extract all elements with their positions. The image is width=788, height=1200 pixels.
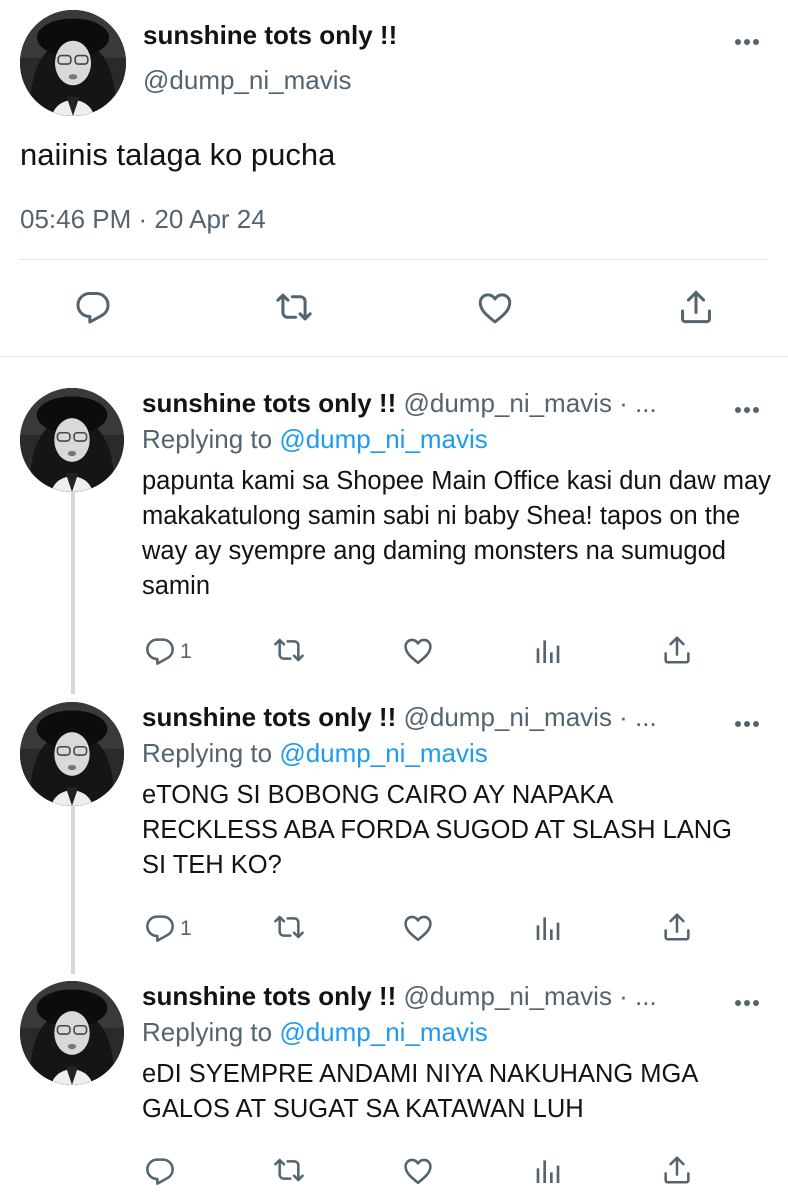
stats-icon[interactable] [532, 635, 564, 667]
replying-to: Replying to @dump_ni_mavis [142, 424, 488, 455]
divider [20, 259, 768, 260]
reply-count: 1 [180, 640, 192, 663]
more-options-icon[interactable] [733, 32, 761, 52]
share-icon[interactable] [677, 288, 715, 326]
reply-icon[interactable] [144, 912, 176, 944]
display-name[interactable]: sunshine tots only !! [142, 388, 396, 418]
replying-to: Replying to @dump_ni_mavis [142, 1017, 488, 1048]
reply-tweet: sunshine tots only !! @dump_ni_mavis · .… [0, 981, 788, 1200]
tweet-text: eTONG SI BOBONG CAIRO AY NAPAKA RECKLESS… [142, 781, 733, 879]
stats-icon[interactable] [532, 912, 564, 944]
handle[interactable]: @dump_ni_mavis · ... [403, 702, 656, 732]
reply-icon[interactable] [144, 635, 176, 667]
share-icon[interactable] [661, 634, 693, 666]
retweet-icon[interactable] [271, 634, 307, 666]
share-icon[interactable] [661, 1154, 693, 1186]
reply-header: sunshine tots only !! @dump_ni_mavis · .… [142, 702, 657, 733]
main-tweet: sunshine tots only !! @dump_ni_mavis nai… [0, 0, 788, 358]
avatar[interactable] [20, 10, 126, 116]
retweet-icon[interactable] [271, 911, 307, 943]
mention-link[interactable]: @dump_ni_mavis [279, 424, 487, 454]
mention-link[interactable]: @dump_ni_mavis [279, 738, 487, 768]
more-options-icon[interactable] [733, 993, 761, 1013]
reply-header: sunshine tots only !! @dump_ni_mavis · .… [142, 981, 657, 1012]
tweet-timestamp[interactable]: 05:46 PM · 20 Apr 24 [20, 204, 266, 235]
handle[interactable]: @dump_ni_mavis · ... [403, 981, 656, 1011]
like-icon[interactable] [401, 635, 435, 667]
retweet-icon[interactable] [271, 1154, 307, 1186]
more-options-icon[interactable] [733, 714, 761, 734]
share-icon[interactable] [661, 911, 693, 943]
replying-prefix: Replying to [142, 738, 273, 768]
like-icon[interactable] [475, 289, 515, 327]
avatar[interactable] [20, 388, 124, 492]
retweet-icon[interactable] [273, 288, 315, 326]
tweet-text: papunta kami sa Shopee Main Office kasi … [142, 467, 771, 600]
reply-icon[interactable] [74, 288, 112, 326]
display-name[interactable]: sunshine tots only !! [143, 20, 397, 51]
replying-to: Replying to @dump_ni_mavis [142, 738, 488, 769]
replying-prefix: Replying to [142, 424, 273, 454]
replying-prefix: Replying to [142, 1017, 273, 1047]
avatar[interactable] [20, 702, 124, 806]
display-name[interactable]: sunshine tots only !! [142, 981, 396, 1011]
reply-tweet: sunshine tots only !! @dump_ni_mavis · .… [0, 388, 788, 688]
mention-link[interactable]: @dump_ni_mavis [279, 1017, 487, 1047]
reply-icon[interactable] [144, 1155, 176, 1187]
handle[interactable]: @dump_ni_mavis · ... [403, 388, 656, 418]
tweet-text: naiinis talaga ko pucha [20, 137, 336, 172]
avatar[interactable] [20, 981, 124, 1085]
display-name[interactable]: sunshine tots only !! [142, 702, 396, 732]
like-icon[interactable] [401, 912, 435, 944]
reply-header: sunshine tots only !! @dump_ni_mavis · .… [142, 388, 657, 419]
more-options-icon[interactable] [733, 400, 761, 420]
handle[interactable]: @dump_ni_mavis [143, 65, 351, 96]
tweet-text: eDI SYEMPRE ANDAMI NIYA NAKUHANG MGA GAL… [142, 1060, 697, 1123]
stats-icon[interactable] [532, 1155, 564, 1187]
reply-count: 1 [180, 917, 192, 940]
reply-tweet: sunshine tots only !! @dump_ni_mavis · .… [0, 702, 788, 962]
like-icon[interactable] [401, 1155, 435, 1187]
divider [0, 356, 788, 357]
